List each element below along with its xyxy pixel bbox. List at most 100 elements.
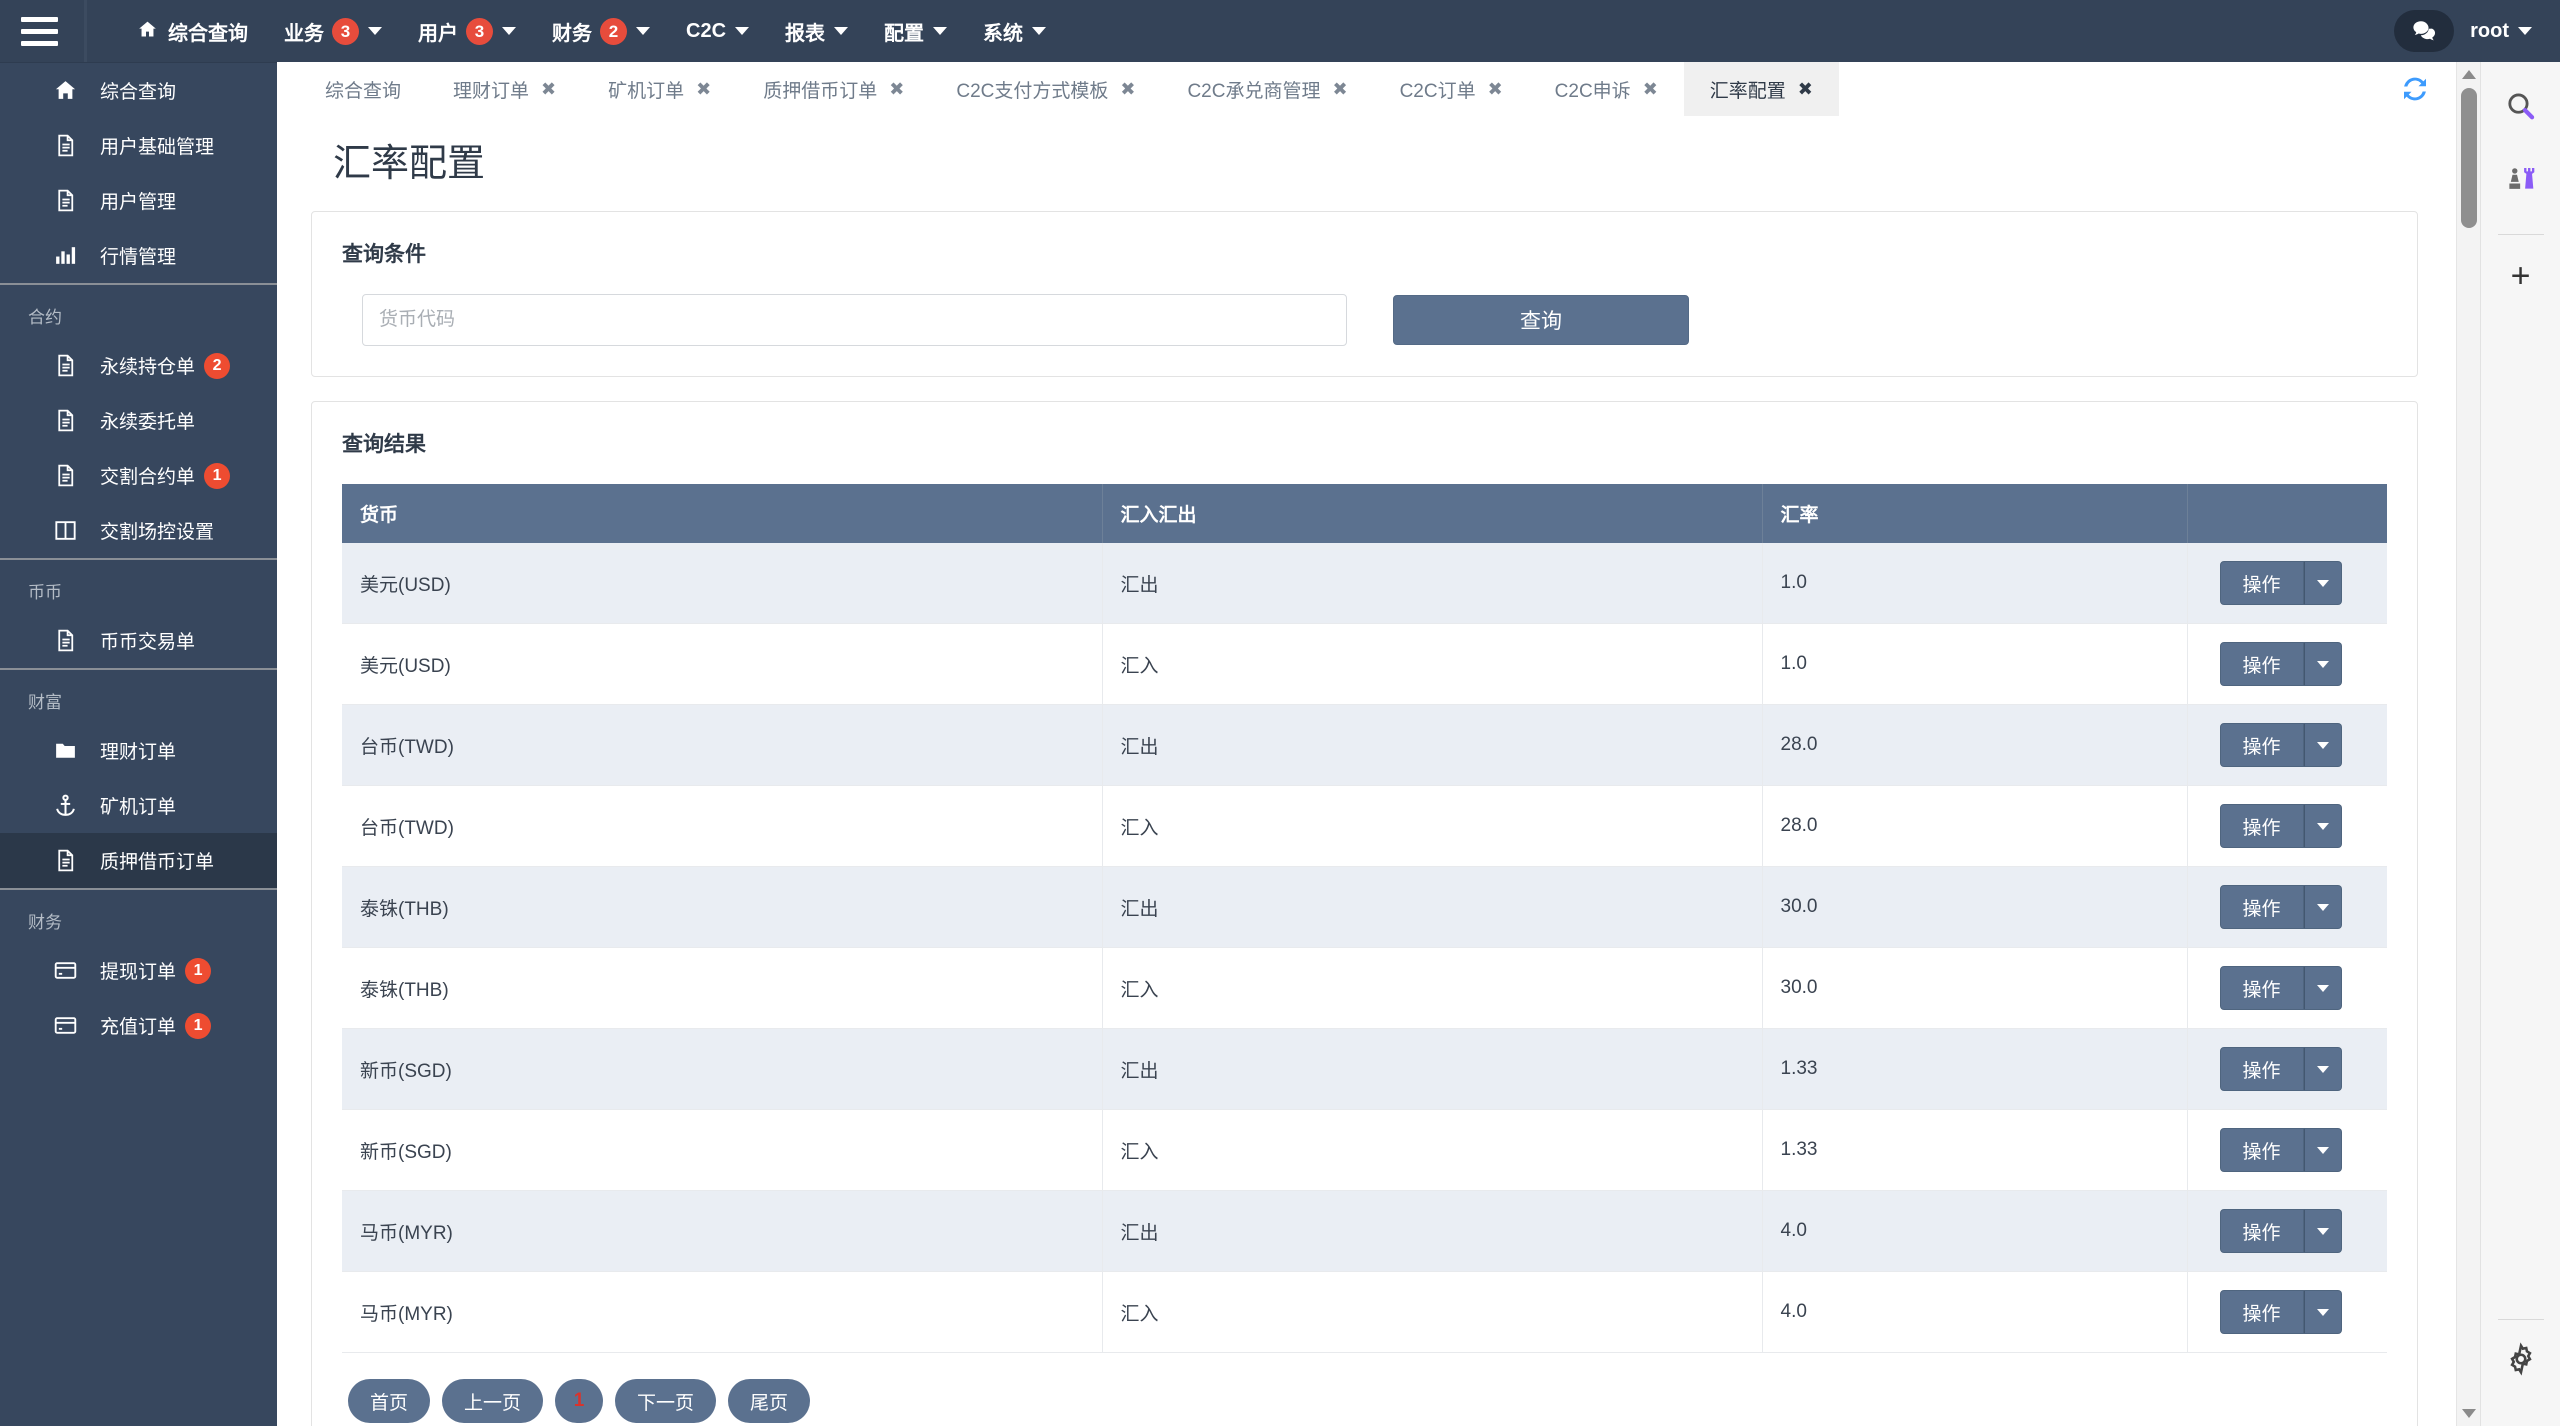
scrollbar-thumb[interactable] xyxy=(2461,88,2477,228)
operation-button[interactable]: 操作 xyxy=(2219,642,2304,686)
table-row[interactable]: 新币(SGD) 汇出 1.33 操作 xyxy=(342,1028,2387,1110)
currency-code-input[interactable] xyxy=(362,294,1347,346)
close-icon[interactable]: ✖ xyxy=(696,79,711,100)
operation-button[interactable]: 操作 xyxy=(2219,561,2304,605)
close-icon[interactable]: ✖ xyxy=(1332,79,1347,100)
tab-c2c-appeal[interactable]: C2C申诉 ✖ xyxy=(1529,62,1684,116)
operation-button[interactable]: 操作 xyxy=(2219,1209,2304,1253)
operation-dropdown-toggle[interactable] xyxy=(2303,966,2342,1010)
sidebar-item-wealth-order[interactable]: 理财订单 xyxy=(0,723,277,778)
cell-actions: 操作 xyxy=(2187,1028,2387,1110)
tab-pledge-loan-order[interactable]: 质押借币订单 ✖ xyxy=(737,62,930,116)
operation-dropdown-toggle[interactable] xyxy=(2303,642,2342,686)
sidebar-item-perpetual-position[interactable]: 永续持仓单 2 xyxy=(0,338,277,393)
cell-direction: 汇入 xyxy=(1102,1109,1763,1191)
pagination-current-page[interactable]: 1 xyxy=(555,1379,604,1423)
column-header-direction[interactable]: 汇入汇出 xyxy=(1102,484,1763,543)
nav-item-comprehensive-query[interactable]: 综合查询 xyxy=(119,0,266,62)
table-row[interactable]: 美元(USD) 汇出 1.0 操作 xyxy=(342,543,2387,624)
sidebar-item-user-management[interactable]: 用户管理 xyxy=(0,173,277,228)
operation-button[interactable]: 操作 xyxy=(2219,1290,2304,1334)
chevron-down-icon xyxy=(834,27,849,35)
operation-button[interactable]: 操作 xyxy=(2219,1047,2304,1091)
chess-pieces-icon[interactable] xyxy=(2498,156,2544,202)
pagination-last-button[interactable]: 尾页 xyxy=(728,1379,811,1423)
sidebar-item-pledge-loan-order[interactable]: 质押借币订单 xyxy=(0,833,277,888)
table-row[interactable]: 台币(TWD) 汇入 28.0 操作 xyxy=(342,785,2387,867)
tab-wealth-order[interactable]: 理财订单 ✖ xyxy=(427,62,582,116)
operation-dropdown-toggle[interactable] xyxy=(2303,885,2342,929)
operation-dropdown-toggle[interactable] xyxy=(2303,1209,2342,1253)
operation-button[interactable]: 操作 xyxy=(2219,723,2304,767)
cell-actions: 操作 xyxy=(2187,1109,2387,1191)
operation-dropdown-toggle[interactable] xyxy=(2303,561,2342,605)
sidebar-item-delivery-control-settings[interactable]: 交割场控设置 xyxy=(0,503,277,558)
column-header-currency[interactable]: 货币 xyxy=(342,484,1103,543)
sidebar: 综合查询 用户基础管理 用户管理 行情管理 合约 永续持仓单 2 永续委托单 交… xyxy=(0,62,277,1426)
operation-button[interactable]: 操作 xyxy=(2219,804,2304,848)
table-row[interactable]: 马币(MYR) 汇出 4.0 操作 xyxy=(342,1190,2387,1272)
hamburger-icon[interactable] xyxy=(16,0,62,62)
table-row[interactable]: 美元(USD) 汇入 1.0 操作 xyxy=(342,623,2387,705)
gear-icon[interactable] xyxy=(2498,1336,2544,1382)
user-menu[interactable]: root xyxy=(2470,20,2532,43)
search-icon[interactable] xyxy=(2498,84,2544,130)
add-icon[interactable]: + xyxy=(2511,259,2531,293)
close-icon[interactable]: ✖ xyxy=(1120,79,1135,100)
scroll-down-arrow-icon[interactable] xyxy=(2462,1409,2476,1418)
operation-dropdown-toggle[interactable] xyxy=(2303,804,2342,848)
tab-c2c-merchant-management[interactable]: C2C承兑商管理 ✖ xyxy=(1161,62,1373,116)
table-row[interactable]: 新币(SGD) 汇入 1.33 操作 xyxy=(342,1109,2387,1191)
sidebar-item-miner-order[interactable]: 矿机订单 xyxy=(0,778,277,833)
close-icon[interactable]: ✖ xyxy=(541,79,556,100)
operation-button[interactable]: 操作 xyxy=(2219,1128,2304,1172)
operation-dropdown-toggle[interactable] xyxy=(2303,1128,2342,1172)
sidebar-item-deposit-order[interactable]: 充值订单 1 xyxy=(0,998,277,1053)
query-submit-button[interactable]: 查询 xyxy=(1393,295,1689,345)
tab-comprehensive-query[interactable]: 综合查询 xyxy=(299,62,427,116)
table-row[interactable]: 马币(MYR) 汇入 4.0 操作 xyxy=(342,1271,2387,1353)
tab-miner-order[interactable]: 矿机订单 ✖ xyxy=(582,62,737,116)
sidebar-item-withdraw-order[interactable]: 提现订单 1 xyxy=(0,943,277,998)
sidebar-item-spot-trade-order[interactable]: 币币交易单 xyxy=(0,613,277,668)
column-header-rate[interactable]: 汇率 xyxy=(1762,484,2188,543)
pagination-first-button[interactable]: 首页 xyxy=(348,1379,431,1423)
table-row[interactable]: 台币(TWD) 汇出 28.0 操作 xyxy=(342,704,2387,786)
operation-dropdown-toggle[interactable] xyxy=(2303,1047,2342,1091)
pagination-prev-button[interactable]: 上一页 xyxy=(442,1379,544,1423)
table-row[interactable]: 泰铢(THB) 汇出 30.0 操作 xyxy=(342,866,2387,948)
operation-button[interactable]: 操作 xyxy=(2219,885,2304,929)
close-icon[interactable]: ✖ xyxy=(1488,79,1503,100)
nav-item-report[interactable]: 报表 xyxy=(767,0,866,62)
nav-item-system[interactable]: 系统 xyxy=(965,0,1064,62)
tab-exchange-rate-config[interactable]: 汇率配置 ✖ xyxy=(1683,62,1839,116)
sidebar-item-comprehensive-query[interactable]: 综合查询 xyxy=(0,63,277,118)
nav-label: 业务 xyxy=(284,22,324,45)
nav-item-config[interactable]: 配置 xyxy=(866,0,965,62)
operation-button[interactable]: 操作 xyxy=(2219,966,2304,1010)
nav-item-user[interactable]: 用户 3 xyxy=(400,0,534,62)
nav-item-business[interactable]: 业务 3 xyxy=(266,0,400,62)
pagination-next-button[interactable]: 下一页 xyxy=(615,1379,717,1423)
sidebar-item-user-basic-management[interactable]: 用户基础管理 xyxy=(0,118,277,173)
close-icon[interactable]: ✖ xyxy=(1643,79,1658,100)
tab-c2c-order[interactable]: C2C订单 ✖ xyxy=(1374,62,1529,116)
close-icon[interactable]: ✖ xyxy=(1798,79,1813,100)
sidebar-item-label: 交割场控设置 xyxy=(100,522,215,543)
table-row[interactable]: 泰铢(THB) 汇入 30.0 操作 xyxy=(342,947,2387,1029)
sidebar-item-delivery-contract[interactable]: 交割合约单 1 xyxy=(0,448,277,503)
scroll-up-arrow-icon[interactable] xyxy=(2462,70,2476,79)
tab-c2c-payment-template[interactable]: C2C支付方式模板 ✖ xyxy=(930,62,1161,116)
close-icon[interactable]: ✖ xyxy=(889,79,904,100)
refresh-icon[interactable] xyxy=(2400,62,2456,116)
sidebar-item-perpetual-order[interactable]: 永续委托单 xyxy=(0,393,277,448)
operation-dropdown-toggle[interactable] xyxy=(2303,723,2342,767)
nav-item-c2c[interactable]: C2C xyxy=(668,0,767,62)
operation-dropdown-toggle[interactable] xyxy=(2303,1290,2342,1334)
nav-item-finance[interactable]: 财务 2 xyxy=(534,0,668,62)
tab-label: C2C申诉 xyxy=(1554,80,1631,102)
chat-bubbles-icon[interactable] xyxy=(2394,10,2455,52)
page-scrollbar[interactable] xyxy=(2456,62,2480,1426)
sidebar-item-market-management[interactable]: 行情管理 xyxy=(0,228,277,283)
document-icon xyxy=(48,848,82,873)
